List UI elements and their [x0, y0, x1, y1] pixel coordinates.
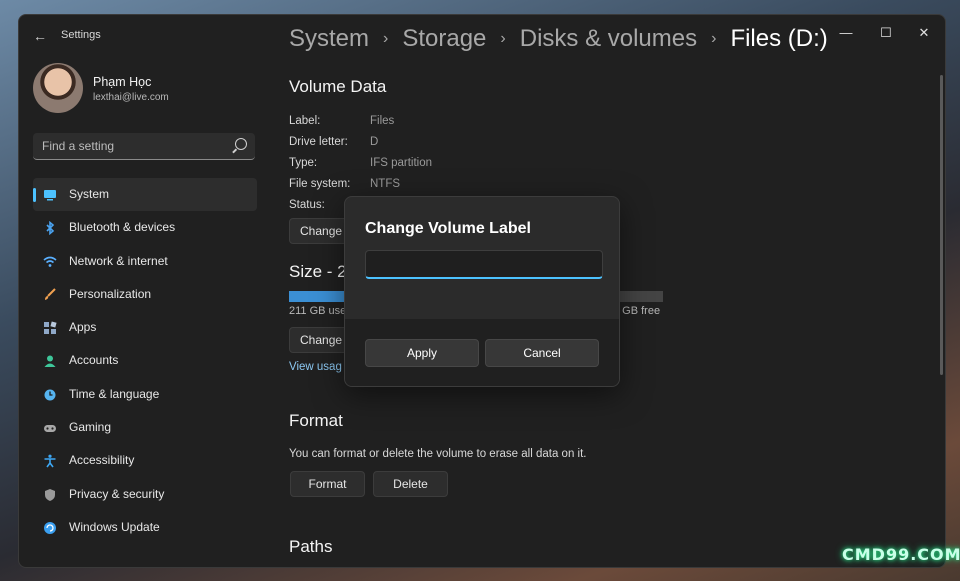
sidebar-nav: System Bluetooth & devices Network & int…	[33, 178, 257, 544]
system-icon	[44, 190, 56, 201]
apps-icon	[44, 321, 57, 335]
view-usage-link[interactable]: View usag	[289, 361, 342, 373]
sidebar-item-label: Privacy & security	[69, 486, 165, 501]
volume-label-input[interactable]	[365, 250, 603, 279]
format-button[interactable]: Format	[290, 471, 365, 497]
breadcrumb-separator: ›	[383, 30, 389, 47]
bluetooth-icon	[46, 221, 55, 236]
gamepad-icon	[44, 425, 56, 433]
format-heading: Format	[289, 411, 343, 430]
format-description: You can format or delete the volume to e…	[289, 448, 587, 460]
breadcrumb-disks-volumes[interactable]: Disks & volumes	[520, 25, 697, 52]
sidebar-item-bluetooth[interactable]: Bluetooth & devices	[33, 211, 257, 244]
sidebar-item-label: Windows Update	[69, 519, 160, 534]
breadcrumb-separator: ›	[711, 30, 717, 47]
sidebar-item-label: Personalization	[69, 286, 152, 301]
sidebar-item-apps[interactable]: Apps	[33, 311, 257, 344]
user-email: lexthai@live.com	[93, 92, 169, 103]
paths-heading: Paths	[289, 537, 333, 556]
update-icon	[44, 521, 56, 534]
sidebar-item-label: System	[69, 187, 110, 201]
user-name: Phạm Học	[93, 75, 152, 89]
search-placeholder: Find a setting	[42, 139, 115, 153]
back-arrow-icon[interactable]: ←	[31, 27, 49, 45]
apply-button[interactable]: Apply	[365, 339, 479, 367]
dialog-footer: Apply Cancel	[345, 319, 619, 386]
minimize-button[interactable]: —	[831, 21, 861, 45]
free-space-text: 0 GB free	[613, 305, 661, 317]
sidebar-item-windows-update[interactable]: Windows Update	[33, 511, 257, 544]
type-value: IFS partition	[370, 157, 432, 169]
maximize-button[interactable]: ☐	[871, 21, 901, 45]
label-value: Files	[370, 115, 395, 127]
sidebar-item-system[interactable]: System	[33, 178, 257, 212]
used-space-text: 211 GB use	[289, 305, 347, 317]
breadcrumb-storage[interactable]: Storage	[402, 25, 486, 52]
label-key: Label:	[289, 115, 321, 127]
watermark-logo: CMD99.COM	[842, 545, 960, 564]
sidebar-item-label: Accessibility	[69, 453, 135, 468]
sidebar-item-label: Network & internet	[69, 253, 168, 268]
sidebar-item-label: Time & language	[69, 386, 160, 401]
drive-letter-value: D	[370, 136, 379, 148]
size-heading: Size - 2	[289, 262, 347, 281]
dialog-title: Change Volume Label	[365, 220, 531, 237]
file-system-value: NTFS	[370, 178, 401, 190]
sidebar-item-label: Apps	[69, 320, 97, 335]
sidebar-item-accounts[interactable]: Accounts	[33, 344, 257, 377]
sidebar-item-accessibility[interactable]: Accessibility	[33, 444, 257, 477]
delete-button[interactable]: Delete	[373, 471, 448, 497]
avatar[interactable]	[33, 63, 83, 113]
person-icon	[44, 355, 56, 368]
sidebar-item-time-language[interactable]: Time & language	[33, 378, 257, 411]
sidebar-item-gaming[interactable]: Gaming	[33, 411, 257, 444]
sidebar-item-label: Gaming	[69, 420, 112, 435]
wifi-icon	[43, 256, 57, 267]
breadcrumb: System › Storage › Disks & volumes › Files (D:…	[289, 25, 828, 53]
sidebar-item-label: Accounts	[69, 353, 119, 368]
type-key: Type:	[289, 157, 318, 169]
status-key: Status:	[289, 199, 325, 211]
cancel-button[interactable]: Cancel	[485, 339, 599, 367]
brush-icon	[45, 288, 56, 300]
breadcrumb-system[interactable]: System	[289, 25, 369, 52]
search-input[interactable]: Find a setting	[33, 133, 255, 160]
close-button[interactable]: ✕	[909, 21, 939, 45]
shield-icon	[45, 488, 55, 501]
volume-data-heading: Volume Data	[289, 77, 387, 96]
globe-clock-icon	[44, 389, 56, 401]
search-icon[interactable]	[235, 138, 247, 150]
change-volume-label-dialog: Change Volume Label Apply Cancel	[344, 196, 620, 387]
file-system-key: File system:	[289, 178, 351, 190]
sidebar-item-privacy[interactable]: Privacy & security	[33, 478, 257, 511]
accessibility-icon	[44, 454, 56, 468]
app-title: Settings	[61, 29, 101, 41]
breadcrumb-separator: ›	[500, 30, 506, 47]
sidebar-item-network[interactable]: Network & internet	[33, 245, 257, 278]
sidebar-item-label: Bluetooth & devices	[69, 220, 176, 235]
scrollbar[interactable]	[940, 75, 943, 375]
sidebar-item-personalization[interactable]: Personalization	[33, 278, 257, 311]
drive-letter-key: Drive letter:	[289, 136, 348, 148]
page-title: Files (D:)	[730, 25, 828, 52]
